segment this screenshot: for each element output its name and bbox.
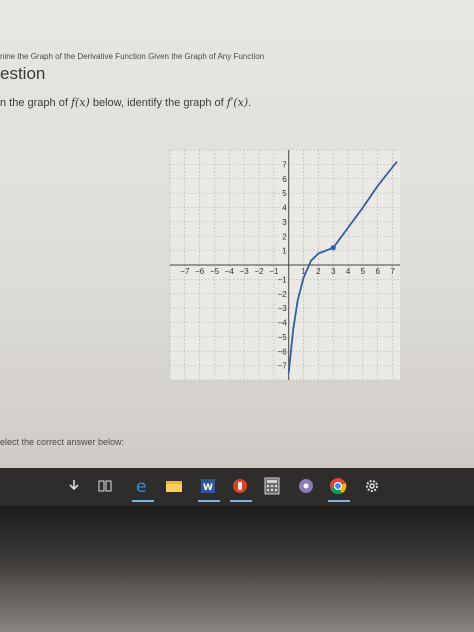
svg-text:e: e xyxy=(136,477,146,495)
instruction-fprime: f′(x) xyxy=(226,96,249,109)
y-tick-label: −3 xyxy=(278,304,288,313)
x-tick-label: −7 xyxy=(180,267,190,276)
y-tick-label: −1 xyxy=(278,275,288,284)
y-tick-label: −4 xyxy=(278,319,288,328)
powerpoint-icon[interactable] xyxy=(230,476,252,502)
instruction-end: . xyxy=(248,97,252,109)
y-tick-label: 5 xyxy=(282,189,287,198)
chrome-icon[interactable] xyxy=(328,476,350,502)
x-tick-label: 7 xyxy=(390,267,395,276)
x-tick-label: 6 xyxy=(376,267,381,276)
x-tick-label: 2 xyxy=(316,267,321,276)
instruction-prefix: n the graph of xyxy=(0,97,71,109)
browser-content: nine the Graph of the Derivative Functio… xyxy=(0,0,474,468)
x-tick-label: −2 xyxy=(254,267,264,276)
y-tick-label: −2 xyxy=(278,290,288,299)
y-tick-label: −7 xyxy=(278,362,288,371)
answer-prompt: elect the correct answer below: xyxy=(0,437,125,447)
file-explorer-icon[interactable] xyxy=(164,476,184,496)
x-tick-label: 3 xyxy=(331,267,336,276)
taskbar: e W xyxy=(0,468,474,506)
word-icon-label: W xyxy=(203,483,213,493)
y-tick-label: −6 xyxy=(278,347,288,356)
y-tick-label: 3 xyxy=(282,218,287,227)
y-tick-label: 6 xyxy=(282,175,287,184)
instruction-f: f(x) xyxy=(70,96,90,109)
question-instruction: n the graph of f(x) below, identify the … xyxy=(0,96,251,109)
y-tick-label: 1 xyxy=(282,247,287,256)
task-view-icon[interactable] xyxy=(95,476,115,496)
curve-point xyxy=(330,245,336,251)
function-graph: −7 −6 −5 −4 −3 −2 −1 1 2 3 4 5 6 77654321−1−2−3−4−5−6… xyxy=(169,149,400,381)
groove-music-icon[interactable] xyxy=(296,476,316,496)
x-tick-label: −6 xyxy=(195,267,205,276)
y-tick-label: 2 xyxy=(282,232,287,241)
y-tick-label: 4 xyxy=(282,204,287,213)
calculator-icon[interactable] xyxy=(262,476,282,496)
x-tick-label: 4 xyxy=(346,267,351,276)
x-tick-label: −4 xyxy=(225,267,235,276)
breadcrumb: nine the Graph of the Derivative Functio… xyxy=(0,52,265,61)
monitor-bezel xyxy=(0,506,474,632)
settings-icon[interactable] xyxy=(362,476,382,496)
y-tick-label: −5 xyxy=(278,333,288,342)
x-tick-label: −5 xyxy=(210,267,220,276)
page-title: estion xyxy=(0,64,46,83)
download-icon[interactable] xyxy=(64,476,84,496)
x-tick-label: 5 xyxy=(361,267,366,276)
instruction-mid: below, identify the graph of xyxy=(89,97,227,109)
y-tick-label: 7 xyxy=(282,160,287,169)
x-tick-label: −3 xyxy=(240,267,250,276)
word-icon[interactable]: W xyxy=(198,476,220,502)
edge-icon[interactable]: e xyxy=(132,476,154,502)
